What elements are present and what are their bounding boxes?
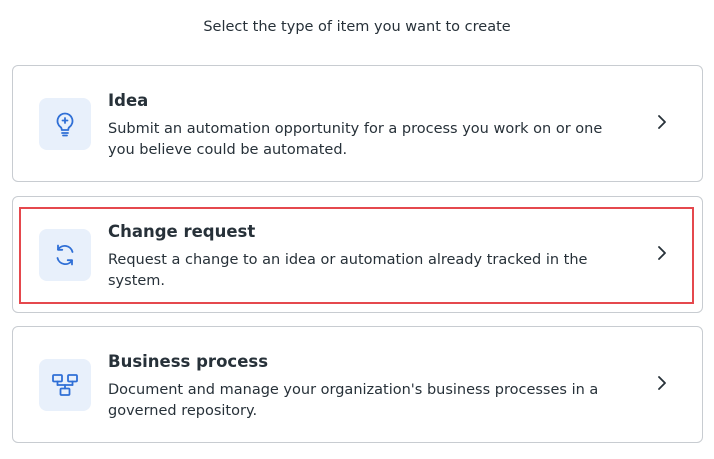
process-diagram-icon	[52, 374, 78, 396]
item-type-card-change-request[interactable]: Change request Request a change to an id…	[12, 196, 703, 313]
item-type-card-idea[interactable]: Idea Submit an automation opportunity fo…	[12, 65, 703, 182]
item-type-title: Change request	[108, 222, 256, 241]
chevron-right-icon[interactable]	[652, 373, 672, 393]
idea-icon-container	[39, 98, 91, 150]
business-process-icon-container	[39, 359, 91, 411]
item-type-title: Business process	[108, 352, 269, 371]
item-type-description: Submit an automation opportunity for a p…	[108, 121, 603, 158]
chevron-right-icon[interactable]	[652, 112, 672, 132]
chevron-right-icon[interactable]	[652, 243, 672, 263]
sync-arrows-icon	[56, 244, 74, 266]
item-type-description: Request a change to an idea or automatio…	[108, 252, 588, 289]
create-item-page: Select the type of item you want to crea…	[0, 0, 714, 459]
lightbulb-icon	[56, 112, 74, 137]
change-request-icon-container	[39, 229, 91, 281]
item-type-card-business-process[interactable]: Business process Document and manage you…	[12, 326, 703, 443]
item-type-description: Document and manage your organization's …	[108, 382, 599, 419]
item-type-title: Idea	[108, 91, 149, 110]
page-prompt: Select the type of item you want to crea…	[203, 19, 511, 35]
